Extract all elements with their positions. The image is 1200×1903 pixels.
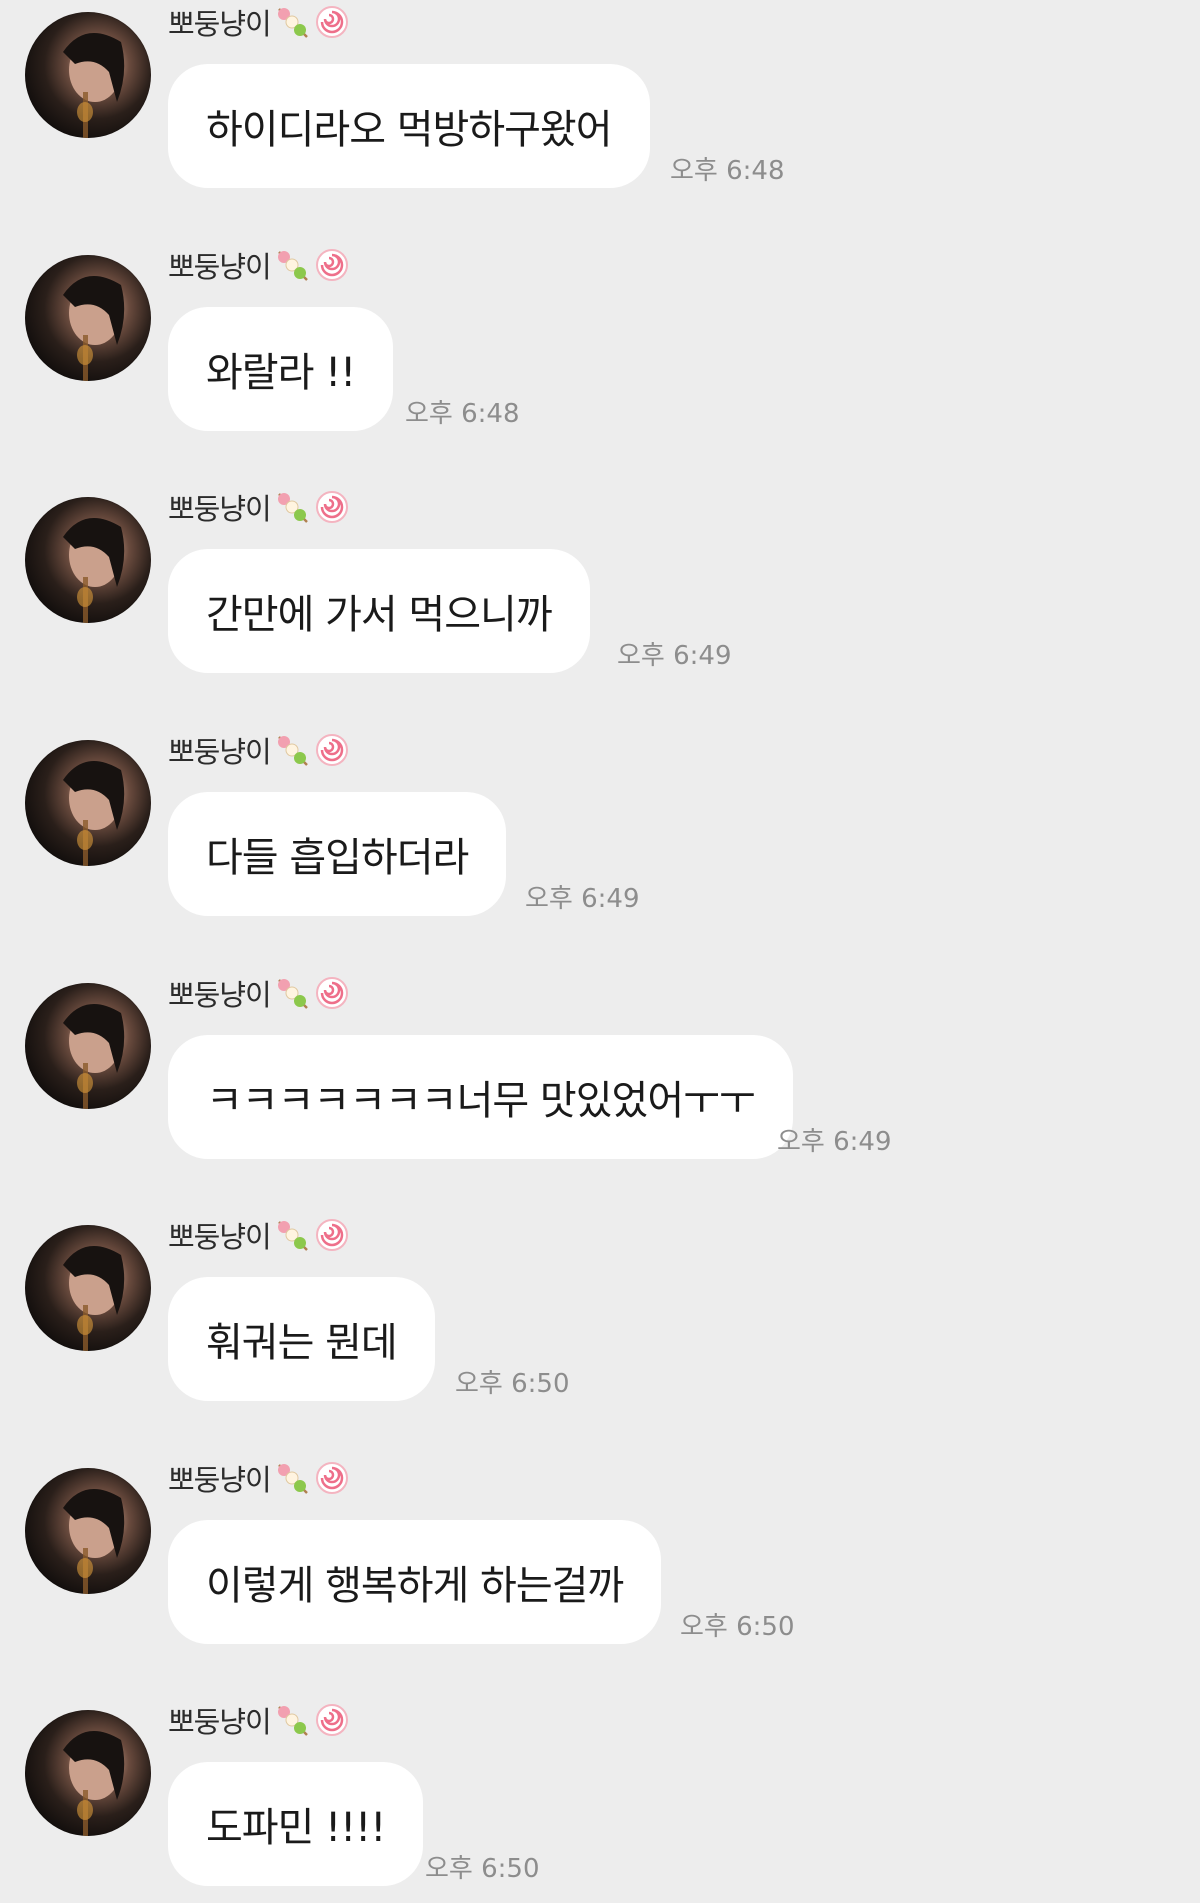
sender-name: 뽀둥냥이 — [168, 1220, 272, 1254]
message-bubble[interactable]: ㅋㅋㅋㅋㅋㅋㅋ너무 맛있었어ㅜㅜ — [168, 1035, 793, 1159]
narutomaki-emoji-icon — [315, 249, 348, 281]
chat-message: 뽀둥냥이 하이디라오 먹방하구왔어 오후 6:48 — [0, 0, 1200, 200]
message-time: 오후 6:49 — [525, 884, 640, 914]
avatar[interactable] — [25, 1468, 151, 1594]
dango-emoji-icon — [277, 1464, 308, 1494]
sender-name: 뽀둥냥이 — [168, 1463, 272, 1497]
sender-label: 뽀둥냥이 — [168, 1698, 351, 1742]
avatar[interactable] — [25, 497, 151, 623]
message-bubble[interactable]: 다들 흡입하더라 — [168, 792, 507, 916]
profile-photo — [63, 761, 125, 866]
sender-label: 뽀둥냥이 — [168, 971, 351, 1015]
profile-photo — [63, 33, 125, 138]
sender-name: 뽀둥냥이 — [168, 735, 272, 769]
message-bubble[interactable]: 도파민 !!!! — [168, 1762, 424, 1886]
dango-emoji-icon — [277, 1706, 308, 1736]
avatar[interactable] — [25, 1225, 151, 1351]
narutomaki-emoji-icon — [315, 734, 348, 766]
profile-photo — [63, 518, 125, 623]
message-time: 오후 6:48 — [670, 156, 785, 186]
narutomaki-emoji-icon — [315, 1219, 348, 1251]
chat-message: 뽀둥냥이 도파민 !!!! 오후 6:50 — [0, 1698, 1200, 1898]
avatar[interactable] — [25, 12, 151, 138]
chat-message: 뽀둥냥이 ㅋㅋㅋㅋㅋㅋㅋ너무 맛있었어ㅜㅜ 오후 6:49 — [0, 971, 1200, 1171]
message-bubble[interactable]: 간만에 가서 먹으니까 — [168, 549, 590, 673]
message-bubble[interactable]: 이렇게 행복하게 하는걸까 — [168, 1520, 662, 1644]
avatar[interactable] — [25, 1710, 151, 1836]
chat-message: 뽀둥냥이 훠궈는 뭔데 오후 6:50 — [0, 1213, 1200, 1413]
chat-message: 뽀둥냥이 간만에 가서 먹으니까 오후 6:49 — [0, 485, 1200, 685]
chat-message: 뽀둥냥이 다들 흡입하더라 오후 6:49 — [0, 728, 1200, 928]
dango-emoji-icon — [277, 979, 308, 1009]
sender-name: 뽀둥냥이 — [168, 250, 272, 284]
profile-photo — [63, 276, 125, 381]
chat-message: 뽀둥냥이 와랄라 !! 오후 6:48 — [0, 243, 1200, 443]
message-time: 오후 6:50 — [425, 1854, 540, 1884]
profile-photo — [63, 1489, 125, 1594]
sender-name: 뽀둥냥이 — [168, 492, 272, 526]
profile-photo — [63, 1004, 125, 1109]
profile-photo — [63, 1731, 125, 1836]
avatar[interactable] — [25, 740, 151, 866]
sender-name: 뽀둥냥이 — [168, 1705, 272, 1739]
dango-emoji-icon — [277, 493, 308, 523]
avatar[interactable] — [25, 255, 151, 381]
dango-emoji-icon — [277, 8, 308, 38]
narutomaki-emoji-icon — [315, 1704, 348, 1736]
sender-label: 뽀둥냥이 — [168, 485, 351, 529]
narutomaki-emoji-icon — [315, 491, 348, 523]
narutomaki-emoji-icon — [315, 1462, 348, 1494]
sender-name: 뽀둥냥이 — [168, 7, 272, 41]
message-bubble[interactable]: 와랄라 !! — [168, 307, 394, 431]
narutomaki-emoji-icon — [315, 977, 348, 1009]
narutomaki-emoji-icon — [315, 6, 348, 38]
sender-name: 뽀둥냥이 — [168, 978, 272, 1012]
dango-emoji-icon — [277, 736, 308, 766]
sender-label: 뽀둥냥이 — [168, 1456, 351, 1500]
message-time: 오후 6:48 — [405, 399, 520, 429]
message-time: 오후 6:49 — [617, 641, 732, 671]
avatar[interactable] — [25, 983, 151, 1109]
chat-message-list[interactable]: 뽀둥냥이 하이디라오 먹방하구왔어 오후 6:48 뽀둥냥이 와랄라 !! 오후… — [0, 0, 1200, 1903]
chat-message: 뽀둥냥이 이렇게 행복하게 하는걸까 오후 6:50 — [0, 1456, 1200, 1656]
sender-label: 뽀둥냥이 — [168, 0, 351, 44]
sender-label: 뽀둥냥이 — [168, 1213, 351, 1257]
dango-emoji-icon — [277, 1221, 308, 1251]
message-time: 오후 6:50 — [680, 1612, 795, 1642]
dango-emoji-icon — [277, 251, 308, 281]
message-time: 오후 6:49 — [777, 1127, 892, 1157]
sender-label: 뽀둥냥이 — [168, 243, 351, 287]
message-bubble[interactable]: 하이디라오 먹방하구왔어 — [168, 64, 650, 188]
message-time: 오후 6:50 — [455, 1369, 570, 1399]
message-bubble[interactable]: 훠궈는 뭔데 — [168, 1277, 435, 1401]
sender-label: 뽀둥냥이 — [168, 728, 351, 772]
profile-photo — [63, 1246, 125, 1351]
